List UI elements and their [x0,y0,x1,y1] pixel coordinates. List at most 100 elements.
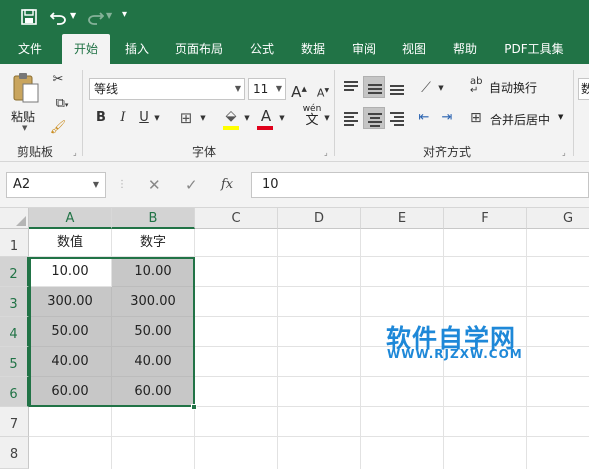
number-format-select[interactable]: 数 [578,78,589,100]
underline-dropdown-icon[interactable]: ▼ [152,108,162,128]
column-header-b[interactable]: B [112,208,195,229]
paste-icon [13,73,39,103]
font-name-value: 等线 [94,82,119,96]
font-color-swatch [257,126,273,130]
align-right-button[interactable] [386,107,408,129]
tab-file[interactable]: 文件 [7,34,53,64]
cut-icon[interactable]: ✂ [49,70,67,90]
customize-icon[interactable]: ▾ [122,9,127,20]
column-header-g[interactable]: G [527,208,589,229]
paste-dropdown-icon[interactable]: ▼ [22,124,27,132]
cell-b5[interactable]: 40.00 [112,347,195,377]
insert-function-icon[interactable]: fx [221,172,233,198]
formula-value: 10 [262,177,279,192]
divider [82,70,83,156]
fill-dropdown-icon[interactable]: ▼ [242,108,252,128]
row-header-1[interactable]: 1 [0,229,29,257]
column-header-d[interactable]: D [278,208,361,229]
format-painter-icon[interactable]: 🖌 [49,118,67,138]
tab-review[interactable]: 审阅 [341,34,387,64]
increase-indent-icon[interactable]: ⇥ [437,108,457,128]
font-size-select[interactable]: 11 ▼ [248,78,286,100]
grow-font-button[interactable]: A▲ [291,79,307,101]
orientation-icon[interactable]: ⟋ [416,78,436,98]
bold-button[interactable]: B [93,108,109,128]
row-header-3[interactable]: 3 [0,287,29,317]
column-header-f[interactable]: F [444,208,527,229]
select-all-button[interactable] [0,208,29,229]
paste-button[interactable]: 粘贴 ▼ [8,72,44,132]
cell-a4[interactable]: 50.00 [29,317,112,347]
row-header-4[interactable]: 4 [0,317,29,347]
formula-bar-grip-icon: ⋮ [117,179,127,190]
cell-a6[interactable]: 60.00 [29,377,112,407]
redo-dropdown-icon[interactable]: ▼ [106,11,112,20]
cell-b4[interactable]: 50.00 [112,317,195,347]
tab-insert[interactable]: 插入 [114,34,160,64]
alignment-group-label: 对齐方式 [423,145,472,159]
phonetic-dropdown-icon[interactable]: ▼ [322,108,332,128]
tab-pdf-tools[interactable]: PDF工具集 [498,34,570,64]
row-header-6[interactable]: 6 [0,377,29,407]
alignment-launcher-icon[interactable]: ⌟ [562,148,566,157]
tab-page-layout[interactable]: 页面布局 [166,34,232,64]
italic-button[interactable]: I [115,108,131,128]
name-box[interactable]: A2 ▼ [6,172,106,198]
cell-a5[interactable]: 40.00 [29,347,112,377]
cancel-icon[interactable]: ✕ [148,172,161,198]
enter-icon[interactable]: ✓ [185,172,198,198]
cell-a3[interactable]: 300.00 [29,287,112,317]
row-header-7[interactable]: 7 [0,407,29,437]
cell-a2[interactable]: 10.00 [29,257,112,287]
merge-center-button[interactable]: ⊞ 合并后居中 ▼ [470,108,570,130]
font-name-select[interactable]: 等线 ▼ [89,78,245,100]
formula-input[interactable]: 10 [251,172,589,198]
row-header-8[interactable]: 8 [0,437,29,469]
cell-b2[interactable]: 10.00 [112,257,195,287]
merge-dropdown-icon[interactable]: ▼ [558,113,563,121]
tab-data[interactable]: 数据 [290,34,336,64]
ribbon: 粘贴 ▼ ✂ ⧉▾ 🖌 剪贴板 ⌟ 等线 ▼ 11 ▼ A▲ A▼ B I U … [0,64,589,162]
merge-center-icon: ⊞ [470,110,482,126]
shrink-font-button[interactable]: A▼ [315,81,331,101]
column-header-a[interactable]: A [29,208,112,229]
undo-dropdown-icon[interactable]: ▼ [70,11,76,20]
tab-formulas[interactable]: 公式 [239,34,285,64]
underline-button[interactable]: U [136,108,152,128]
clipboard-group-label: 剪贴板 [17,145,54,159]
cell-a1[interactable]: 数值 [29,229,112,257]
orientation-dropdown-icon[interactable]: ▼ [436,78,446,98]
save-icon[interactable] [21,9,37,25]
borders-dropdown-icon[interactable]: ▼ [198,108,208,128]
align-middle-button[interactable] [363,76,385,98]
wrap-text-button[interactable]: ab ↵ 自动换行 [470,76,566,98]
cell-b3[interactable]: 300.00 [112,287,195,317]
fill-handle[interactable] [191,404,197,410]
decrease-indent-icon[interactable]: ⇤ [414,108,434,128]
chevron-down-icon: ▼ [275,84,282,93]
name-box-value: A2 [13,177,31,192]
clipboard-launcher-icon[interactable]: ⌟ [73,148,77,157]
row-header-2[interactable]: 2 [0,257,29,287]
tab-home[interactable]: 开始 [62,34,110,64]
column-header-e[interactable]: E [361,208,444,229]
copy-icon[interactable]: ⧉▾ [49,94,75,114]
row-header-5[interactable]: 5 [0,347,29,377]
undo-icon[interactable] [50,9,68,25]
column-header-c[interactable]: C [195,208,278,229]
cell-b6[interactable]: 60.00 [112,377,195,407]
align-bottom-button[interactable] [386,76,408,98]
borders-icon[interactable]: ⊞ [176,108,196,128]
font-color-icon[interactable]: A [257,106,275,126]
align-top-button[interactable] [340,76,362,98]
tab-help[interactable]: 帮助 [442,34,488,64]
align-left-button[interactable] [340,107,362,129]
align-center-button[interactable] [363,107,385,129]
tab-view[interactable]: 视图 [391,34,437,64]
font-color-dropdown-icon[interactable]: ▼ [277,108,287,128]
font-launcher-icon[interactable]: ⌟ [324,148,328,157]
font-group-label: 字体 [192,145,217,159]
cell-b1[interactable]: 数字 [112,229,195,257]
fill-color-icon[interactable]: ⬙ [222,106,240,126]
redo-icon[interactable] [86,9,104,25]
